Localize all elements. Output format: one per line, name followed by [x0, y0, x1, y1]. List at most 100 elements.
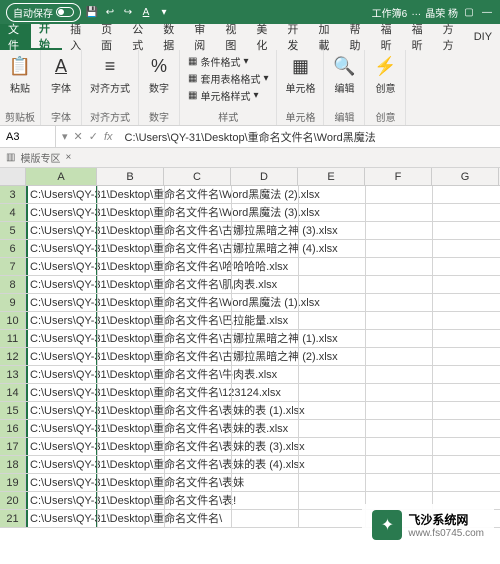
row-header[interactable]: 5: [0, 222, 26, 239]
window-restore-icon[interactable]: ▢: [462, 5, 476, 19]
row-header[interactable]: 16: [0, 420, 26, 437]
tab-加載[interactable]: 加載: [310, 24, 341, 50]
formula-input[interactable]: C:\Users\QY-31\Desktop\重命名文件名\Word黑魔法: [119, 126, 500, 147]
cell[interactable]: C:\Users\QY-31\Desktop\重命名文件名\Word黑魔法 (2…: [26, 186, 97, 203]
table-row[interactable]: 17C:\Users\QY-31\Desktop\重命名文件名\表妹的表 (3)…: [0, 438, 500, 456]
align-button[interactable]: ≡ 对齐方式: [90, 54, 130, 95]
tab-帮助[interactable]: 帮助: [342, 24, 373, 50]
cell[interactable]: C:\Users\QY-31\Desktop\重命名文件名\肌肉表.xlsx: [26, 276, 97, 293]
conditional-format-button[interactable]: ▦条件格式 ▾: [188, 54, 268, 69]
column-header-E[interactable]: E: [298, 168, 365, 185]
row-header[interactable]: 15: [0, 402, 26, 419]
column-header-D[interactable]: D: [231, 168, 298, 185]
column-header-G[interactable]: G: [432, 168, 499, 185]
tab-美化[interactable]: 美化: [248, 24, 279, 50]
tab-审阅[interactable]: 审阅: [186, 24, 217, 50]
redo-icon[interactable]: ↪: [121, 5, 135, 19]
select-all-corner[interactable]: [0, 168, 26, 185]
cell[interactable]: C:\Users\QY-31\Desktop\重命名文件名\巴拉能量.xlsx: [26, 312, 97, 329]
tab-DIY[interactable]: DIY: [466, 24, 500, 50]
column-header-B[interactable]: B: [97, 168, 164, 185]
column-header-C[interactable]: C: [164, 168, 231, 185]
template-label[interactable]: 模版专区: [20, 150, 60, 165]
undo-icon[interactable]: ↩: [103, 5, 117, 19]
table-row[interactable]: 13C:\Users\QY-31\Desktop\重命名文件名\牛肉表.xlsx: [0, 366, 500, 384]
cell[interactable]: C:\Users\QY-31\Desktop\重命名文件名\古娜拉黑暗之神 (4…: [26, 240, 97, 257]
edit-button[interactable]: 🔍 编辑: [332, 54, 356, 95]
row-header[interactable]: 14: [0, 384, 26, 401]
accept-icon[interactable]: ✓: [89, 130, 98, 143]
table-row[interactable]: 11C:\Users\QY-31\Desktop\重命名文件名\古娜拉黑暗之神 …: [0, 330, 500, 348]
cell[interactable]: C:\Users\QY-31\Desktop\重命名文件名\表妹的表 (3).x…: [26, 438, 97, 455]
row-header[interactable]: 19: [0, 474, 26, 491]
table-row[interactable]: 15C:\Users\QY-31\Desktop\重命名文件名\表妹的表 (1)…: [0, 402, 500, 420]
row-header[interactable]: 3: [0, 186, 26, 203]
row-header[interactable]: 4: [0, 204, 26, 221]
table-row[interactable]: 6C:\Users\QY-31\Desktop\重命名文件名\古娜拉黑暗之神 (…: [0, 240, 500, 258]
table-row[interactable]: 12C:\Users\QY-31\Desktop\重命名文件名\古娜拉黑暗之神 …: [0, 348, 500, 366]
tab-方方[interactable]: 方方: [435, 24, 466, 50]
cell[interactable]: C:\Users\QY-31\Desktop\重命名文件名\表!: [26, 492, 97, 509]
row-header[interactable]: 21: [0, 510, 26, 527]
autosave-toggle[interactable]: 自动保存: [6, 3, 81, 22]
tab-福昕[interactable]: 福昕: [404, 24, 435, 50]
cells-button[interactable]: ▦ 单元格: [285, 54, 315, 95]
cell[interactable]: C:\Users\QY-31\Desktop\重命名文件名\古娜拉黑暗之神 (2…: [26, 348, 97, 365]
cell[interactable]: C:\Users\QY-31\Desktop\重命名文件名\表妹: [26, 474, 97, 491]
table-row[interactable]: 19C:\Users\QY-31\Desktop\重命名文件名\表妹: [0, 474, 500, 492]
minimize-icon[interactable]: —: [480, 5, 494, 19]
name-box[interactable]: A3: [0, 126, 56, 147]
font-color-icon[interactable]: A: [139, 5, 153, 19]
tab-文件[interactable]: 文件: [0, 24, 31, 50]
cell[interactable]: C:\Users\QY-31\Desktop\重命名文件名\表妹的表 (1).x…: [26, 402, 97, 419]
table-row[interactable]: 16C:\Users\QY-31\Desktop\重命名文件名\表妹的表.xls…: [0, 420, 500, 438]
cell[interactable]: C:\Users\QY-31\Desktop\重命名文件名\123124.xls…: [26, 384, 97, 401]
paste-button[interactable]: 📋 粘贴: [8, 54, 32, 95]
column-header-F[interactable]: F: [365, 168, 432, 185]
tab-页面[interactable]: 页面: [93, 24, 124, 50]
dropdown-icon[interactable]: ▾: [157, 5, 171, 19]
cell[interactable]: C:\Users\QY-31\Desktop\重命名文件名\哈哈哈哈.xlsx: [26, 258, 97, 275]
row-header[interactable]: 6: [0, 240, 26, 257]
spreadsheet-grid[interactable]: ABCDEFG 3C:\Users\QY-31\Desktop\重命名文件名\W…: [0, 168, 500, 528]
cell[interactable]: C:\Users\QY-31\Desktop\重命名文件名\Word黑魔法 (3…: [26, 204, 97, 221]
tab-开发[interactable]: 开发: [279, 24, 310, 50]
cell[interactable]: C:\Users\QY-31\Desktop\重命名文件名\古娜拉黑暗之神 (1…: [26, 330, 97, 347]
row-header[interactable]: 8: [0, 276, 26, 293]
format-as-table-button[interactable]: ▦套用表格格式 ▾: [188, 71, 268, 86]
table-row[interactable]: 4C:\Users\QY-31\Desktop\重命名文件名\Word黑魔法 (…: [0, 204, 500, 222]
cell[interactable]: C:\Users\QY-31\Desktop\重命名文件名\表妹的表.xlsx: [26, 420, 97, 437]
save-icon[interactable]: 💾: [85, 5, 99, 19]
table-row[interactable]: 7C:\Users\QY-31\Desktop\重命名文件名\哈哈哈哈.xlsx: [0, 258, 500, 276]
table-row[interactable]: 10C:\Users\QY-31\Desktop\重命名文件名\巴拉能量.xls…: [0, 312, 500, 330]
tab-插入[interactable]: 插入: [62, 24, 93, 50]
table-row[interactable]: 18C:\Users\QY-31\Desktop\重命名文件名\表妹的表 (4)…: [0, 456, 500, 474]
close-icon[interactable]: ×: [65, 152, 71, 163]
dropdown-icon[interactable]: ▾: [62, 130, 68, 143]
column-header-A[interactable]: A: [26, 168, 97, 185]
tab-开始[interactable]: 开始: [31, 24, 62, 50]
row-header[interactable]: 12: [0, 348, 26, 365]
table-row[interactable]: 5C:\Users\QY-31\Desktop\重命名文件名\古娜拉黑暗之神 (…: [0, 222, 500, 240]
row-header[interactable]: 13: [0, 366, 26, 383]
row-header[interactable]: 17: [0, 438, 26, 455]
cell[interactable]: C:\Users\QY-31\Desktop\重命名文件名\牛肉表.xlsx: [26, 366, 97, 383]
font-button[interactable]: A 字体: [49, 54, 73, 95]
table-row[interactable]: 3C:\Users\QY-31\Desktop\重命名文件名\Word黑魔法 (…: [0, 186, 500, 204]
row-header[interactable]: 18: [0, 456, 26, 473]
cell[interactable]: C:\Users\QY-31\Desktop\重命名文件名\: [26, 510, 97, 527]
fx-icon[interactable]: fx: [104, 131, 113, 143]
cell[interactable]: C:\Users\QY-31\Desktop\重命名文件名\古娜拉黑暗之神 (3…: [26, 222, 97, 239]
table-row[interactable]: 14C:\Users\QY-31\Desktop\重命名文件名\123124.x…: [0, 384, 500, 402]
tab-视图[interactable]: 视图: [217, 24, 248, 50]
table-row[interactable]: 9C:\Users\QY-31\Desktop\重命名文件名\Word黑魔法 (…: [0, 294, 500, 312]
row-header[interactable]: 10: [0, 312, 26, 329]
table-row[interactable]: 8C:\Users\QY-31\Desktop\重命名文件名\肌肉表.xlsx: [0, 276, 500, 294]
tab-数据[interactable]: 数据: [155, 24, 186, 50]
ideas-button[interactable]: ⚡ 创意: [373, 54, 397, 95]
tab-公式[interactable]: 公式: [124, 24, 155, 50]
cell-styles-button[interactable]: ▦单元格样式 ▾: [188, 88, 268, 103]
row-header[interactable]: 20: [0, 492, 26, 509]
cell[interactable]: C:\Users\QY-31\Desktop\重命名文件名\表妹的表 (4).x…: [26, 456, 97, 473]
cell[interactable]: C:\Users\QY-31\Desktop\重命名文件名\Word黑魔法 (1…: [26, 294, 97, 311]
